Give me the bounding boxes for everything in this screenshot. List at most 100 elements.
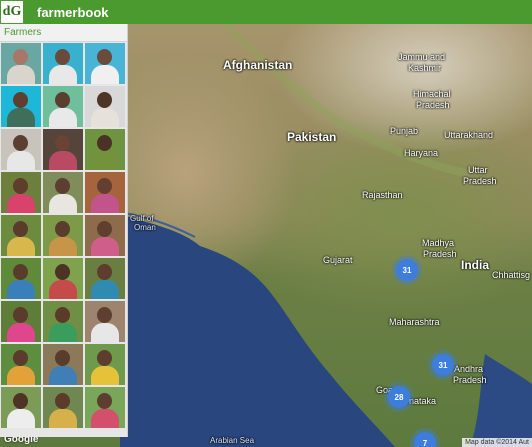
farmers-panel: Farmers [0, 24, 128, 437]
farmer-photo-body [49, 323, 77, 342]
map-label-karnataka: rnataka [406, 396, 437, 406]
farmer-photo-body [7, 280, 35, 299]
farmer-photo-body [49, 237, 77, 256]
farmer-photo-thumbnail[interactable] [43, 43, 83, 84]
farmer-photo-face [97, 393, 112, 409]
farmer-photo-body [7, 194, 35, 213]
farmer-photo-thumbnail[interactable] [85, 129, 125, 170]
map-cluster-marker[interactable]: 28 [388, 386, 410, 408]
farmer-photo-thumbnail[interactable] [85, 344, 125, 385]
farmer-photo-thumbnail[interactable] [85, 86, 125, 127]
map-cluster-marker[interactable]: 31 [432, 354, 454, 376]
farmer-photo-thumbnail[interactable] [1, 86, 41, 127]
farmer-photo-face [13, 307, 28, 323]
map-label-arabian-sea: Arabian Sea [210, 436, 255, 445]
farmer-photo-body [91, 194, 119, 213]
farmer-photo-thumbnail[interactable] [1, 129, 41, 170]
farmer-photo-face [97, 135, 112, 151]
map-label-gujarat: Gujarat [323, 255, 353, 265]
farmer-photo-thumbnail[interactable] [85, 215, 125, 256]
farmer-photo-body [7, 366, 35, 385]
farmer-photo-thumbnail[interactable] [43, 301, 83, 342]
farmer-photo-thumbnail[interactable] [1, 43, 41, 84]
farmer-photo-body [7, 323, 35, 342]
farmer-photo-thumbnail[interactable] [43, 172, 83, 213]
farmer-photo-face [55, 135, 70, 151]
farmer-photo-thumbnail[interactable] [43, 387, 83, 428]
farmer-photo-thumbnail[interactable] [85, 43, 125, 84]
map-label-madhya: Madhya [422, 238, 455, 248]
farmer-photo-body [49, 65, 77, 84]
farmer-photo-thumbnail[interactable] [43, 258, 83, 299]
farmer-photo-thumbnail[interactable] [1, 172, 41, 213]
farmer-photo-face [55, 350, 70, 366]
farmer-photo-body [7, 151, 35, 170]
farmer-photo-body [49, 366, 77, 385]
farmer-photo-body [91, 237, 119, 256]
map-label-haryana: Haryana [404, 148, 439, 158]
map-label-rajasthan: Rajasthan [362, 190, 403, 200]
farmer-photo-body [91, 409, 119, 428]
map-label-pakistan: Pakistan [287, 130, 337, 144]
farmer-photo-face [13, 393, 28, 409]
map-label-uttar-pradesh: Pradesh [463, 176, 497, 186]
farmer-photo-thumbnail[interactable] [1, 344, 41, 385]
farmer-photo-body [49, 409, 77, 428]
map-label-chhattisgarh: Chhattisg [492, 270, 531, 280]
farmer-photo-face [13, 92, 28, 108]
farmer-photo-thumbnail[interactable] [85, 172, 125, 213]
app-logo[interactable]: dG [1, 1, 23, 23]
map-label-himachal-pradesh: Pradesh [416, 100, 450, 110]
farmers-panel-title: Farmers [0, 24, 127, 42]
farmer-photo-face [55, 178, 70, 194]
farmer-photo-thumbnail[interactable] [85, 301, 125, 342]
farmer-photo-face [55, 221, 70, 237]
farmer-photo-face [13, 178, 28, 194]
farmer-photo-body [91, 151, 119, 170]
farmer-photo-body [49, 280, 77, 299]
farmer-photo-face [13, 49, 28, 65]
map-label-himachal: Himachal [413, 89, 451, 99]
farmer-photo-body [49, 194, 77, 213]
farmer-photo-face [55, 92, 70, 108]
farmer-photo-thumbnail[interactable] [43, 344, 83, 385]
farmer-photo-face [55, 307, 70, 323]
farmer-photo-face [97, 178, 112, 194]
farmer-photo-body [7, 65, 35, 84]
farmer-photo-face [13, 264, 28, 280]
farmer-photo-face [97, 92, 112, 108]
farmer-photo-face [55, 393, 70, 409]
farmer-photo-thumbnail[interactable] [43, 129, 83, 170]
farmer-photo-thumbnail[interactable] [1, 258, 41, 299]
map-label-punjab: Punjab [390, 126, 419, 136]
map-label-andhra-pradesh: Pradesh [453, 375, 487, 385]
farmer-photo-thumbnail[interactable] [85, 387, 125, 428]
map-cluster-marker[interactable]: 7 [414, 432, 436, 447]
farmer-photo-thumbnail[interactable] [85, 258, 125, 299]
farmer-photo-thumbnail[interactable] [1, 215, 41, 256]
map-label-kashmir: Kashmir [408, 63, 442, 73]
map-attribution[interactable]: Map data ©2014 Aut [462, 438, 532, 447]
map-label-madhya-pradesh: Pradesh [423, 249, 457, 259]
farmer-photo-face [97, 264, 112, 280]
farmer-photo-body [91, 108, 119, 127]
farmer-photo-thumbnail[interactable] [1, 301, 41, 342]
farmer-photo-thumbnail[interactable] [1, 387, 41, 428]
farmer-photo-thumbnail[interactable] [43, 215, 83, 256]
farmer-photo-body [7, 409, 35, 428]
farmer-photo-grid [1, 43, 125, 428]
map-cluster-marker[interactable]: 31 [396, 259, 418, 281]
farmer-photo-face [55, 49, 70, 65]
farmer-photo-body [7, 108, 35, 127]
map-label-uttarakhand: Uttarakhand [444, 130, 494, 140]
farmer-photo-body [49, 151, 77, 170]
top-bar: dG farmerbook [0, 0, 532, 24]
farmer-photo-face [13, 350, 28, 366]
farmer-photo-body [91, 280, 119, 299]
map-label-gulf: Gulf of [130, 214, 154, 223]
app-title[interactable]: farmerbook [37, 5, 109, 20]
farmer-photo-face [13, 221, 28, 237]
map-label-maharashtra: Maharashtra [389, 317, 440, 327]
farmer-photo-thumbnail[interactable] [43, 86, 83, 127]
farmer-photo-body [91, 366, 119, 385]
